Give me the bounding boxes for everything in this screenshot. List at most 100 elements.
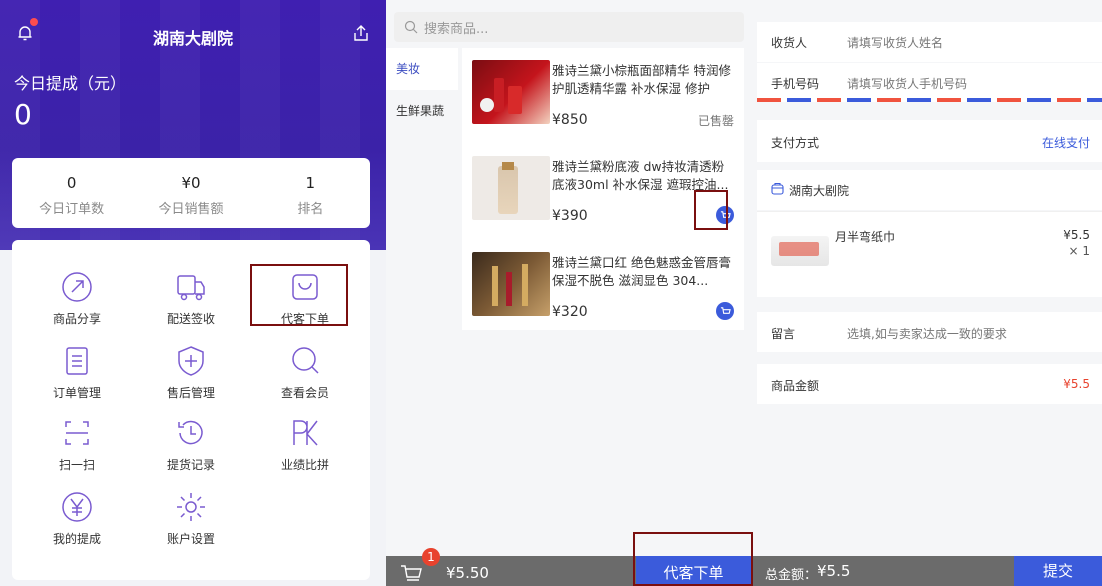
shop-panel: 搜索商品... 美妆 生鲜果蔬 雅诗兰黛小棕瓶面部精华 特润修护肌透精华露 补水… (386, 0, 757, 586)
stat-value: 1 (305, 174, 316, 192)
product-image (472, 252, 550, 316)
category-item-fresh[interactable]: 生鲜果蔬 (386, 90, 458, 132)
amount-label: 商品金额 (771, 379, 820, 393)
grid-item-product-share[interactable]: 商品分享 (22, 270, 132, 327)
grid-item-label: 售后管理 (166, 386, 215, 400)
stat-value: 0 (66, 174, 77, 192)
product-card[interactable]: 雅诗兰黛小棕瓶面部精华 特润修护肌透精华露 补水保湿 修护 ¥850 已售罄 (462, 48, 744, 140)
product-card[interactable]: 雅诗兰黛粉底液 dw持妆清透粉底液30ml 补水保湿 遮瑕控油... ¥390 (462, 144, 744, 236)
payment-row[interactable]: 支付方式 在线支付 (757, 120, 1102, 162)
receiver-row[interactable]: 收货人 请填写收货人姓名 (757, 22, 1102, 62)
amount-value: ¥5.5 (1063, 377, 1090, 391)
category-list: 美妆 生鲜果蔬 (386, 48, 458, 558)
grid-item-label: 提货记录 (166, 458, 215, 472)
phone-field[interactable]: 请填写收货人手机号码 (847, 75, 967, 92)
settings-gear-icon (177, 493, 205, 521)
phone-row[interactable]: 手机号码 请填写收货人手机号码 (757, 63, 1102, 99)
product-price: ¥850 (552, 112, 588, 128)
note-label: 留言 (771, 327, 796, 341)
store-name: 湖南大剧院 (789, 184, 850, 198)
product-image (472, 156, 550, 220)
cart-total: ¥5.50 (446, 564, 489, 582)
item-price: ¥5.5 (1063, 228, 1090, 242)
cart-icon (720, 306, 731, 314)
yen-circle-icon (62, 492, 92, 522)
product-name: 雅诗兰黛口红 绝色魅惑金管唇膏 保湿不脱色 滋润显色 304... (552, 255, 731, 288)
add-to-cart-button[interactable] (716, 302, 734, 320)
stats-card: 0 今日订单数 ¥0 今日销售额 1 排名 (12, 158, 370, 228)
product-list: 雅诗兰黛小棕瓶面部精华 特润修护肌透精华露 补水保湿 修护 ¥850 已售罄 雅… (462, 48, 744, 330)
stat-label: 今日销售额 (158, 202, 224, 217)
submit-button[interactable]: 提交 (1014, 556, 1102, 586)
highlight-frame (250, 264, 348, 326)
amount-row: 商品金额 ¥5.5 (757, 364, 1102, 404)
grid-item-view-members[interactable]: 查看会员 (250, 344, 360, 401)
pk-icon (293, 420, 318, 446)
page-title: 湖南大剧院 (152, 29, 233, 48)
share-arrow-icon (62, 272, 92, 302)
order-list-icon (66, 347, 88, 375)
category-item-beauty[interactable]: 美妆 (386, 48, 458, 90)
grid-item-order-manage[interactable]: 订单管理 (22, 344, 132, 401)
stat-value: ¥0 (181, 174, 201, 192)
note-row[interactable]: 留言 选填,如与卖家达成一致的要求 (757, 312, 1102, 352)
grid-item-my-commission[interactable]: 我的提成 (22, 490, 132, 547)
grid-item-delivery[interactable]: 配送签收 (136, 270, 246, 327)
delivery-truck-icon (177, 275, 205, 301)
grid-item-scan[interactable]: 扫一扫 (22, 416, 132, 473)
function-grid: 商品分享 配送签收 代客下单 订单管理 售后管理 查看会员 扫一扫 提货记录 业… (12, 240, 370, 580)
checkout-bar: 总金额： ¥5.5 提交 (757, 556, 1102, 586)
grid-item-label: 查看会员 (280, 386, 329, 400)
checkout-panel: 收货人 请填写收货人姓名 手机号码 请填写收货人手机号码 支付方式 在线支付 湖… (757, 0, 1102, 586)
product-name: 雅诗兰黛小棕瓶面部精华 特润修护肌透精华露 补水保湿 修护 (552, 63, 731, 96)
receiver-name-field[interactable]: 请填写收货人姓名 (847, 34, 943, 51)
grid-item-pickup-records[interactable]: 提货记录 (136, 416, 246, 473)
grid-item-label: 配送签收 (166, 312, 215, 326)
product-price: ¥390 (552, 208, 588, 224)
scan-icon (65, 421, 89, 445)
address-divider-stripe (757, 98, 1102, 102)
product-name: 雅诗兰黛粉底液 dw持妆清透粉底液30ml 补水保湿 遮瑕控油... (552, 159, 729, 192)
item-name: 月半弯纸巾 (835, 230, 896, 244)
grid-item-label: 商品分享 (52, 312, 101, 326)
grid-item-label: 扫一扫 (58, 458, 95, 472)
product-card[interactable]: 雅诗兰黛口红 绝色魅惑金管唇膏 保湿不脱色 滋润显色 304... ¥320 (462, 240, 744, 332)
sold-out-label: 已售罄 (697, 114, 734, 128)
grid-item-label: 我的提成 (52, 532, 101, 546)
total-value: ¥5.5 (817, 562, 851, 580)
dashboard-panel: 湖南大剧院 今日提成（元） 0 0 今日订单数 ¥0 今日销售额 1 排名 商品… (0, 0, 386, 586)
today-commission-label: 今日提成（元） (14, 74, 127, 93)
history-clock-icon (178, 420, 203, 445)
total-label: 总金额： (765, 568, 818, 583)
grid-item-performance[interactable]: 业绩比拼 (250, 416, 360, 473)
search-input[interactable]: 搜索商品... (394, 12, 744, 42)
highlight-frame (694, 190, 728, 230)
cart-count-badge: 1 (422, 548, 440, 566)
grid-item-after-sales[interactable]: 售后管理 (136, 344, 246, 401)
grid-item-label: 账户设置 (166, 532, 215, 546)
grid-item-account-settings[interactable]: 账户设置 (136, 490, 246, 547)
grid-item-label: 业绩比拼 (280, 458, 329, 472)
stat-orders: 0 今日订单数 (12, 158, 131, 228)
highlight-frame (633, 532, 753, 586)
stat-label: 排名 (297, 202, 324, 217)
stat-rank: 1 排名 (251, 158, 370, 228)
receiver-label: 收货人 (771, 36, 808, 50)
grid-item-label: 订单管理 (52, 386, 101, 400)
store-row: 湖南大剧院 (757, 170, 1102, 210)
stat-sales: ¥0 今日销售额 (131, 158, 250, 228)
today-commission-value: 0 (14, 98, 32, 131)
payment-method-value[interactable]: 在线支付 (1042, 134, 1090, 151)
cart-item-row: 月半弯纸巾 ¥5.5 × 1 (757, 211, 1102, 297)
note-field[interactable]: 选填,如与卖家达成一致的要求 (847, 325, 1007, 342)
product-image (472, 60, 550, 124)
item-image (771, 236, 829, 266)
cart-icon[interactable] (400, 564, 422, 582)
store-icon (771, 182, 784, 195)
phone-label: 手机号码 (771, 77, 820, 91)
cart-bar: 1 ¥5.50 代客下单 (386, 532, 757, 586)
payment-label: 支付方式 (771, 136, 820, 150)
search-icon (404, 20, 418, 34)
product-price: ¥320 (552, 304, 588, 320)
stat-label: 今日订单数 (39, 202, 105, 217)
